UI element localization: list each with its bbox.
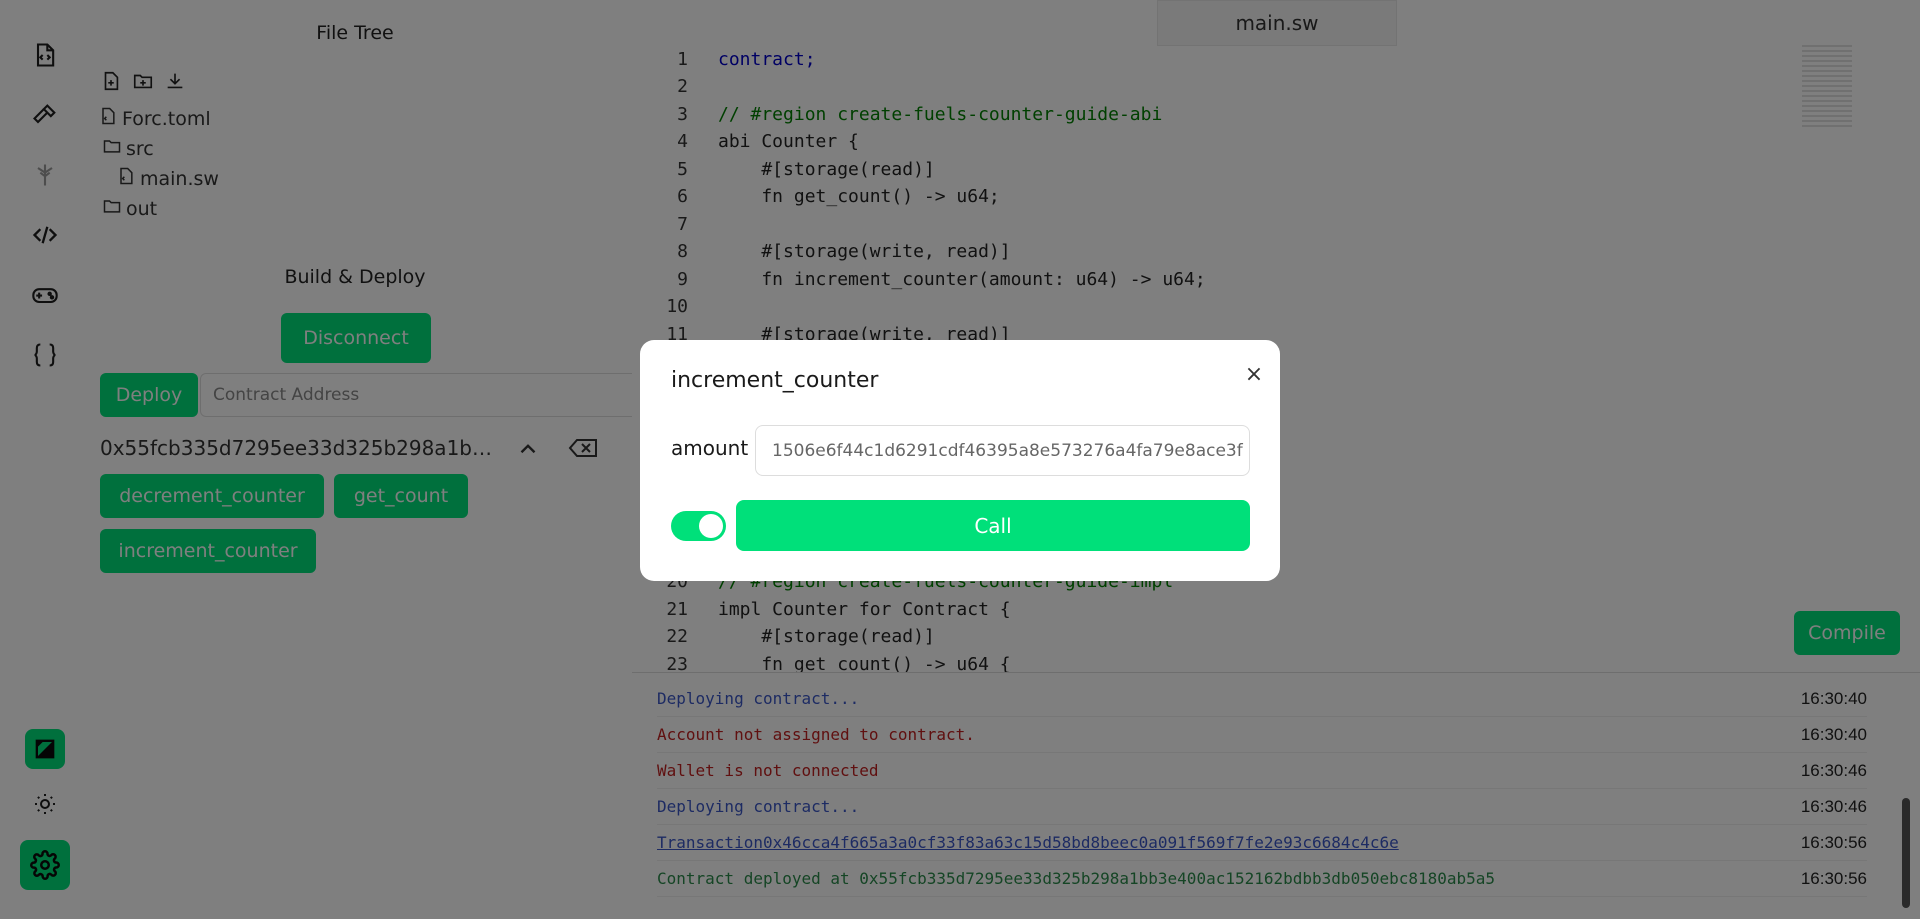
call-button[interactable]: Call bbox=[736, 500, 1250, 551]
amount-input[interactable]: 1506e6f44c1d6291cdf46395a8e573276a4fa79e… bbox=[755, 425, 1250, 476]
close-icon[interactable]: × bbox=[1238, 358, 1270, 390]
toggle-switch[interactable] bbox=[671, 511, 726, 541]
modal-title: increment_counter bbox=[671, 368, 879, 393]
function-call-modal: increment_counter × amount 1506e6f44c1d6… bbox=[640, 340, 1280, 581]
amount-label: amount bbox=[671, 436, 749, 460]
toggle-knob bbox=[699, 514, 723, 538]
